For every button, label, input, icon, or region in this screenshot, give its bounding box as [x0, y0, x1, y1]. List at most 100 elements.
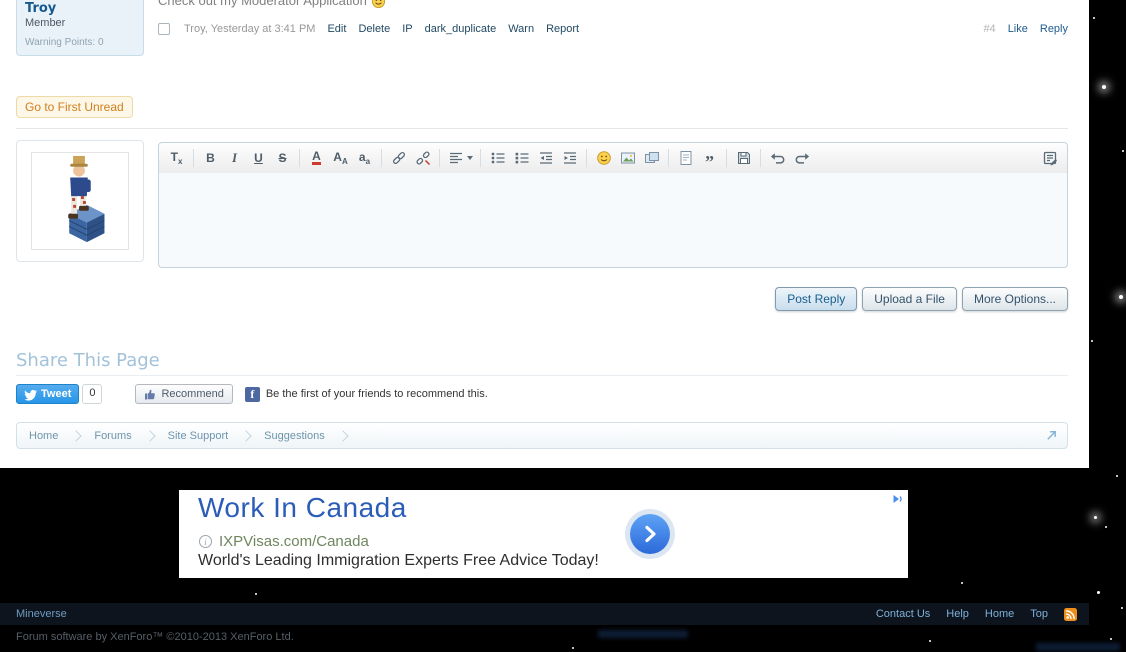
undo-icon: [770, 153, 784, 164]
toggle-bb-code-button[interactable]: [1038, 146, 1061, 170]
bold-button[interactable]: B: [199, 146, 222, 170]
current-user-avatar-box: [16, 140, 144, 262]
rss-feed-button[interactable]: [1064, 607, 1077, 621]
font-size-icon: AA: [333, 150, 348, 166]
footer-brand: Mineverse: [16, 608, 67, 620]
upload-file-button[interactable]: Upload a File: [862, 287, 957, 311]
chevron-right-icon: [240, 429, 252, 442]
post-date-permalink[interactable]: Troy, Yesterday at 3:41 PM: [184, 23, 315, 35]
post-select-checkbox[interactable]: [158, 23, 170, 35]
post-delete-link[interactable]: Delete: [358, 23, 390, 35]
tweet-count[interactable]: 0: [82, 384, 103, 404]
editor-textarea[interactable]: [158, 173, 1068, 268]
share-row: Tweet 0 Recommend f Be the first of your…: [16, 383, 488, 405]
smiley-icon: [596, 151, 611, 165]
save-disk-icon: [737, 152, 750, 164]
ordered-list-button[interactable]: [510, 146, 533, 170]
italic-button[interactable]: I: [223, 146, 246, 170]
strikethrough-button[interactable]: S: [271, 146, 294, 170]
footer-help-link[interactable]: Help: [946, 608, 969, 620]
star: [1121, 607, 1123, 609]
star: [1119, 295, 1123, 299]
toolbar-separator: [726, 149, 727, 167]
text-color-button[interactable]: A: [305, 146, 328, 170]
author-user-title: Member: [25, 17, 66, 29]
divider: [16, 128, 1068, 129]
undo-button[interactable]: [766, 146, 789, 170]
facebook-icon: f: [244, 386, 260, 402]
ad-headline[interactable]: Work In Canada: [198, 492, 407, 524]
footer-bar: Mineverse Contact Us Help Home Top: [0, 603, 1089, 625]
breadcrumb-forums[interactable]: Forums: [82, 430, 143, 442]
unlink-button[interactable]: [411, 146, 434, 170]
tweet-label: Tweet: [41, 388, 72, 400]
twitter-bird-icon: [24, 389, 37, 401]
redo-button[interactable]: [790, 146, 813, 170]
footer-contact-us-link[interactable]: Contact Us: [876, 608, 930, 620]
alignment-button[interactable]: [445, 146, 475, 170]
facebook-recommend-button[interactable]: Recommend: [135, 384, 233, 404]
footer-home-link[interactable]: Home: [985, 608, 1014, 620]
breadcrumb-site-support[interactable]: Site Support: [156, 430, 241, 442]
chevron-right-icon: [645, 525, 656, 543]
quote-button[interactable]: ”: [698, 146, 721, 171]
ad-arrow-button[interactable]: [630, 514, 670, 554]
author-username[interactable]: Troy: [25, 1, 135, 16]
post-dark-duplicate-link[interactable]: dark_duplicate: [425, 23, 497, 35]
insert-media-button[interactable]: [640, 146, 663, 170]
breadcrumb-suggestions[interactable]: Suggestions: [252, 430, 337, 442]
drafts-save-button[interactable]: [732, 146, 755, 170]
post-report-link[interactable]: Report: [546, 23, 579, 35]
smilies-button[interactable]: [592, 146, 615, 170]
ad-banner[interactable]: Work In Canada i IXPVisas.com/Canada Wor…: [179, 490, 908, 578]
more-options-button[interactable]: More Options...: [961, 287, 1068, 311]
remove-formatting-icon: Tx: [170, 150, 183, 166]
post-edit-link[interactable]: Edit: [327, 23, 346, 35]
breadcrumb-home[interactable]: Home: [17, 430, 70, 442]
breadcrumb: Home Forums Site Support Suggestions: [16, 422, 1068, 449]
link-icon: [392, 151, 405, 165]
toolbar-separator: [760, 149, 761, 167]
facebook-social-text: Be the first of your friends to recommen…: [265, 388, 488, 400]
align-left-icon: [449, 152, 462, 164]
reply-link[interactable]: Reply: [1040, 23, 1068, 35]
post-reply-button[interactable]: Post Reply: [775, 287, 858, 311]
unlink-icon: [415, 151, 430, 166]
star: [929, 640, 931, 642]
like-link[interactable]: Like: [1008, 23, 1028, 35]
star: [1105, 526, 1107, 528]
faint-credit-text: [1036, 643, 1120, 651]
remove-formatting-button[interactable]: Tx: [165, 146, 188, 170]
info-icon[interactable]: i: [199, 535, 212, 548]
outdent-button[interactable]: [534, 146, 557, 170]
post-ip-link[interactable]: IP: [402, 23, 412, 35]
unordered-list-button[interactable]: [486, 146, 509, 170]
indent-button[interactable]: [558, 146, 581, 170]
adchoices-icon[interactable]: [891, 492, 906, 507]
tweet-button[interactable]: Tweet: [16, 384, 80, 404]
avatar[interactable]: [31, 152, 129, 250]
divider: [16, 375, 1068, 376]
faint-credit-text: [598, 630, 688, 638]
post-number[interactable]: #4: [983, 23, 995, 35]
toolbar-separator: [480, 149, 481, 167]
font-size-button[interactable]: AA: [329, 146, 352, 170]
text-color-icon: A: [312, 149, 321, 165]
ad-tagline[interactable]: World's Leading Immigration Experts Free…: [198, 552, 599, 570]
chevron-down-icon: [466, 156, 473, 160]
toolbar-separator: [381, 149, 382, 167]
code-button[interactable]: [674, 146, 697, 170]
insert-image-button[interactable]: [616, 146, 639, 170]
post-warn-link[interactable]: Warn: [508, 23, 534, 35]
bold-icon: B: [206, 151, 215, 165]
footer-top-link[interactable]: Top: [1030, 608, 1048, 620]
insert-link-button[interactable]: [387, 146, 410, 170]
font-family-button[interactable]: aa: [353, 146, 376, 170]
post-author-block: Troy Member Warning Points: 0: [16, 0, 144, 56]
author-warning-points: Warning Points: 0: [25, 37, 135, 48]
ad-display-url[interactable]: IXPVisas.com/Canada: [219, 533, 369, 550]
page: Troy Member Warning Points: 0 Check out …: [0, 0, 1126, 652]
go-to-first-unread-button[interactable]: Go to First Unread: [16, 96, 133, 118]
jump-to-navigation-icon[interactable]: [1043, 428, 1059, 444]
underline-button[interactable]: U: [247, 146, 270, 170]
